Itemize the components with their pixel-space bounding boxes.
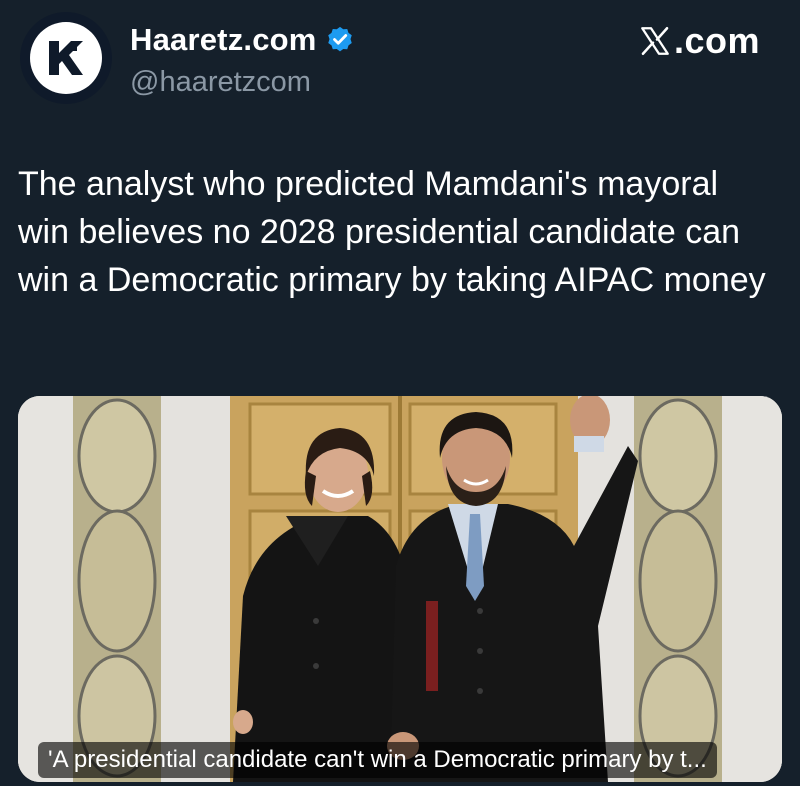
x-brand: .com — [638, 20, 760, 62]
display-name[interactable]: Haaretz.com — [130, 22, 317, 58]
account-handle[interactable]: @haaretzcom — [130, 66, 311, 99]
tweet-header: Haaretz.com @haaretzcom .com — [20, 12, 780, 112]
media-caption: 'A presidential candidate can't win a De… — [38, 742, 717, 778]
name-row: Haaretz.com — [130, 22, 355, 58]
news-photo — [18, 396, 782, 782]
tweet-text: The analyst who predicted Mamdani's mayo… — [18, 165, 766, 299]
verified-badge-icon — [327, 26, 352, 52]
tweet-media[interactable]: 'A presidential candidate can't win a De… — [18, 396, 782, 782]
avatar[interactable] — [20, 12, 112, 104]
brand-text: .com — [673, 20, 760, 61]
x-logo-icon — [641, 26, 669, 56]
haaretz-logo-icon — [30, 22, 102, 94]
